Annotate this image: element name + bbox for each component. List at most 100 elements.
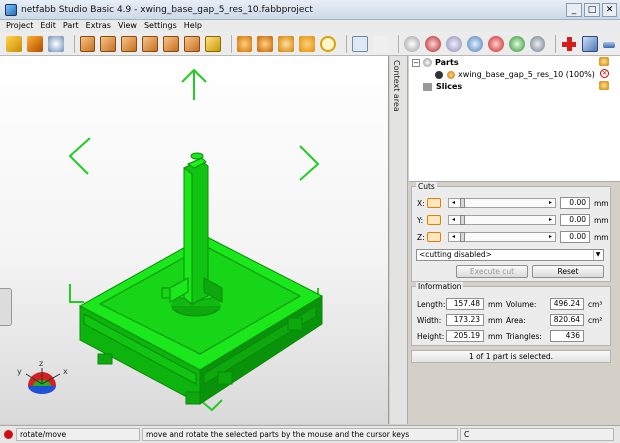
view-left-icon[interactable]	[121, 35, 138, 52]
history-icon[interactable]	[47, 35, 64, 52]
repair-icon[interactable]	[582, 35, 599, 52]
cut-z-unit: mm	[594, 233, 609, 242]
magnifier-icon[interactable]	[319, 35, 336, 52]
corner-block	[185, 391, 201, 405]
zoom-selection-icon[interactable]	[257, 35, 274, 52]
view-iso-icon[interactable]	[204, 35, 221, 52]
menu-bar: Project Edit Part Extras View Settings H…	[0, 20, 620, 32]
part-icon	[447, 70, 455, 79]
zoom-all-icon[interactable]	[236, 35, 253, 52]
maximize-button[interactable]: □	[584, 3, 600, 17]
view-front-icon[interactable]	[79, 35, 96, 52]
height-label: Height:	[417, 332, 445, 341]
corner-block	[287, 317, 303, 331]
3d-viewport[interactable]: z y x	[0, 56, 389, 424]
measure-icon[interactable]	[372, 35, 389, 52]
part-model[interactable]	[78, 152, 324, 405]
tree-parts-node[interactable]: − Parts	[412, 57, 459, 68]
render-transparent-icon[interactable]	[466, 35, 483, 52]
cut-z-label: Z:	[417, 233, 425, 242]
information-title: Information	[416, 282, 464, 291]
render-errors-icon[interactable]	[487, 35, 504, 52]
tree-slices-node[interactable]: Slices	[423, 81, 462, 92]
cut-x-label: X:	[417, 199, 425, 208]
view-right-icon[interactable]	[142, 35, 158, 52]
toolbar-separator	[555, 34, 557, 53]
render-color-icon[interactable]	[425, 35, 442, 52]
part-visibility-icon[interactable]	[435, 70, 443, 79]
width-value: 173.23	[446, 314, 484, 326]
zoom-part-icon[interactable]	[278, 35, 295, 52]
chevron-down-icon[interactable]: ▼	[593, 250, 602, 260]
cut-y-value[interactable]: 0.00	[560, 214, 590, 226]
globe-icon[interactable]	[508, 35, 525, 52]
menu-part[interactable]: Part	[63, 20, 79, 32]
triangles-value: 436	[550, 330, 584, 342]
minimize-button[interactable]: _	[566, 3, 582, 17]
axis-y-disk	[28, 386, 56, 394]
select-arrow-icon[interactable]	[351, 35, 368, 52]
open-project-icon[interactable]	[6, 35, 22, 52]
add-red-cross-icon[interactable]	[561, 36, 577, 52]
cut-x-value[interactable]: 0.00	[560, 197, 590, 209]
cut-z-color[interactable]	[427, 232, 441, 242]
toolbar-separator	[345, 34, 347, 53]
view-bottom-icon[interactable]	[183, 35, 200, 52]
execute-cut-button[interactable]: Execute cut	[456, 265, 528, 278]
side-panel-handle[interactable]	[0, 288, 12, 326]
minus-icon[interactable]	[603, 41, 615, 48]
area-unit: cm²	[588, 316, 603, 325]
cut-z-slider[interactable]: ◂ ▸	[448, 232, 556, 242]
axis-z-label: z	[39, 359, 43, 368]
status-mode: rotate/move	[16, 428, 140, 441]
length-unit: mm	[488, 300, 503, 309]
view-back-icon[interactable]	[100, 35, 117, 52]
title-bar: netfabb Studio Basic 4.9 - xwing_base_ga…	[0, 0, 620, 20]
parts-action-icon[interactable]	[599, 57, 609, 66]
collapse-icon[interactable]: −	[412, 58, 420, 67]
stop-icon[interactable]	[4, 430, 13, 439]
cut-z-value[interactable]: 0.00	[560, 231, 590, 243]
cut-mode-select[interactable]: <cutting disabled> ▼	[416, 249, 604, 261]
model-scene[interactable]: z y x	[0, 56, 389, 424]
toolbar-separator	[73, 34, 75, 53]
area-label: Area:	[506, 316, 526, 325]
axes-indicator: z y x	[17, 359, 68, 394]
render-wire-icon[interactable]	[446, 35, 462, 52]
view-top-icon[interactable]	[162, 35, 179, 52]
length-value: 157.48	[446, 298, 484, 310]
cut-y-unit: mm	[594, 216, 609, 225]
volume-value: 496.24	[550, 298, 584, 310]
tree-part-item[interactable]: xwing_base_gap_5_res_10 (100%)	[435, 69, 595, 80]
zoom-platform-icon[interactable]	[299, 35, 315, 52]
context-area-tab[interactable]: Context area	[390, 56, 408, 424]
slices-action-icon[interactable]	[599, 81, 609, 90]
corner-block	[217, 371, 233, 385]
cut-y-slider[interactable]: ◂ ▸	[448, 215, 556, 225]
cut-mode-value: <cutting disabled>	[419, 250, 492, 259]
cut-y-color[interactable]	[427, 215, 441, 225]
status-hint: move and rotate the selected parts by th…	[142, 428, 458, 441]
close-button[interactable]: ✕	[602, 3, 617, 17]
parts-folder-icon	[423, 58, 432, 67]
remove-part-icon[interactable]: ×	[600, 69, 609, 78]
menu-view[interactable]: View	[118, 20, 137, 32]
column-cap	[190, 152, 204, 160]
cut-x-color[interactable]	[427, 198, 441, 208]
menu-project[interactable]: Project	[6, 20, 33, 32]
reset-button[interactable]: Reset	[532, 265, 604, 278]
menu-settings[interactable]: Settings	[144, 20, 177, 32]
volume-label: Volume:	[506, 300, 537, 309]
gizmo-arrow-left	[68, 137, 91, 175]
menu-help[interactable]: Help	[184, 20, 202, 32]
cut-y-label: Y:	[417, 216, 424, 225]
cuts-panel: Cuts X: ◂ ▸ 0.00 mm Y: ◂ ▸ 0.00 mm Z: ◂ ▸ 0…	[411, 182, 611, 282]
add-part-icon[interactable]	[26, 35, 43, 52]
settings-wheel-icon[interactable]	[529, 35, 546, 52]
height-value: 205.19	[446, 330, 484, 342]
menu-extras[interactable]: Extras	[86, 20, 111, 32]
cut-x-slider[interactable]: ◂ ▸	[448, 198, 556, 208]
gizmo-corner-bl	[69, 284, 84, 303]
render-shaded-icon[interactable]	[404, 35, 421, 52]
menu-edit[interactable]: Edit	[40, 20, 56, 32]
